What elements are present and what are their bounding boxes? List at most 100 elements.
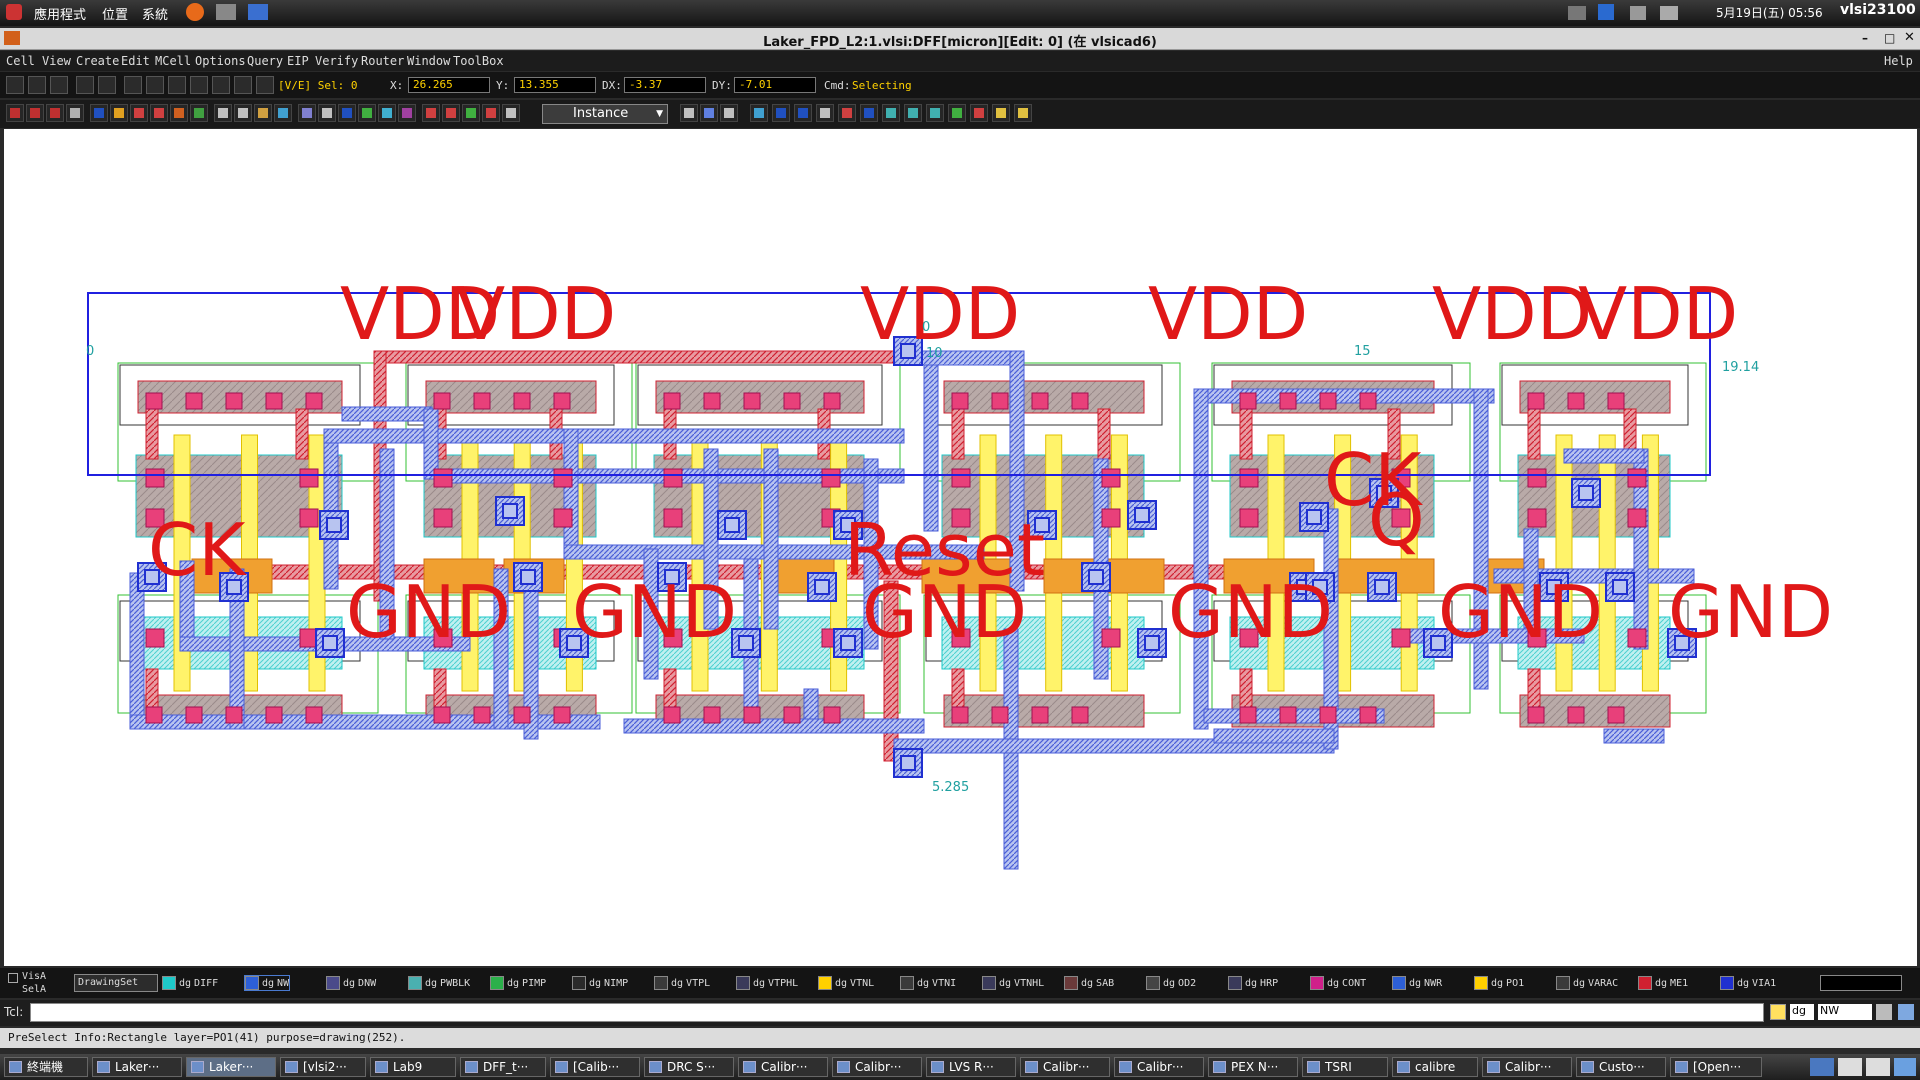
tool-button-icon[interactable]: [462, 104, 480, 122]
editor-icon[interactable]: [248, 4, 268, 20]
open-icon[interactable]: [6, 76, 24, 94]
taskbar-item[interactable]: calibre: [1392, 1057, 1478, 1077]
tool-button-icon[interactable]: [214, 104, 232, 122]
undo-icon[interactable]: [76, 76, 94, 94]
minimize-icon[interactable]: –: [1862, 31, 1868, 45]
tool-button-icon[interactable]: [66, 104, 84, 122]
taskbar-item[interactable]: 終端機: [4, 1057, 88, 1077]
layer-pimp[interactable]: dg PIMP: [490, 975, 546, 991]
tool-button-icon[interactable]: [46, 104, 64, 122]
tool-button-icon[interactable]: [234, 104, 252, 122]
workspace-3-icon[interactable]: [1866, 1058, 1890, 1076]
tool-button-icon[interactable]: [882, 104, 900, 122]
tool-button-icon[interactable]: [150, 104, 168, 122]
tool-button-icon[interactable]: [794, 104, 812, 122]
tool-button-icon[interactable]: [170, 104, 188, 122]
dx-field[interactable]: -3.37: [624, 77, 706, 93]
tool-button-icon[interactable]: [422, 104, 440, 122]
layer-nw[interactable]: dg NW: [244, 975, 291, 991]
taskbar-item[interactable]: [Calib···: [550, 1057, 640, 1077]
tool-button-icon[interactable]: [298, 104, 316, 122]
menu-router[interactable]: Router: [361, 54, 404, 68]
taskbar-item[interactable]: Laker···: [92, 1057, 182, 1077]
workspace-2-icon[interactable]: [1838, 1058, 1862, 1076]
taskbar-item[interactable]: Calibr···: [738, 1057, 828, 1077]
zoom-out-icon[interactable]: [124, 76, 142, 94]
layout-drawing[interactable]: VDDVDD VDD VDD VDDVDDGND GND GND GND GND GNDCK Re…: [4, 129, 1917, 966]
tool-button-icon[interactable]: [838, 104, 856, 122]
crosshair-icon[interactable]: [1898, 1004, 1914, 1020]
taskbar-item[interactable]: [vlsi2···: [280, 1057, 366, 1077]
apps-menu[interactable]: 應用程式: [34, 4, 86, 23]
layer-od2[interactable]: dg OD2: [1146, 975, 1196, 991]
maximize-icon[interactable]: □: [1884, 31, 1895, 45]
window-title-bar[interactable]: Laker_FPD_L2:1.vlsi:DFF[micron][Edit: 0]…: [0, 28, 1920, 50]
system-menu[interactable]: 系統: [142, 4, 168, 23]
instance-select[interactable]: Instance ▼: [542, 104, 668, 124]
taskbar-item[interactable]: Laker···: [186, 1057, 276, 1077]
menu-eip[interactable]: EIP: [287, 54, 309, 68]
print-icon[interactable]: [50, 76, 68, 94]
tool-button-icon[interactable]: [700, 104, 718, 122]
display-icon[interactable]: [1660, 6, 1678, 20]
taskbar-item[interactable]: Calibr···: [1482, 1057, 1572, 1077]
tool-button-icon[interactable]: [1014, 104, 1032, 122]
menu-window[interactable]: Window: [407, 54, 450, 68]
menu-view[interactable]: View: [42, 54, 71, 68]
layer-me1[interactable]: dg ME1: [1638, 975, 1688, 991]
tool-button-icon[interactable]: [26, 104, 44, 122]
taskbar-item[interactable]: TSRI: [1302, 1057, 1388, 1077]
menu-mcell[interactable]: MCell: [155, 54, 191, 68]
zoom-fit-icon[interactable]: [168, 76, 186, 94]
tool-button-icon[interactable]: [6, 104, 24, 122]
taskbar-item[interactable]: Custo···: [1576, 1057, 1666, 1077]
tool-button-icon[interactable]: [680, 104, 698, 122]
menu-cell[interactable]: Cell: [6, 54, 35, 68]
y-field[interactable]: 13.355: [514, 77, 596, 93]
tool-button-icon[interactable]: [750, 104, 768, 122]
user-name[interactable]: vlsi23100: [1840, 2, 1916, 18]
visa-checkbox[interactable]: [8, 973, 18, 983]
workspace-4-icon[interactable]: [1894, 1058, 1916, 1076]
taskbar-item[interactable]: Calibr···: [832, 1057, 922, 1077]
tool-button-icon[interactable]: [338, 104, 356, 122]
tool-button-icon[interactable]: [398, 104, 416, 122]
select-mode-icon[interactable]: [212, 76, 230, 94]
drawing-set-select[interactable]: DrawingSet: [74, 974, 158, 992]
menu-help[interactable]: Help: [1884, 54, 1913, 68]
taskbar-item[interactable]: DRC S···: [644, 1057, 734, 1077]
taskbar-item[interactable]: PEX N···: [1208, 1057, 1298, 1077]
clock[interactable]: 5月19日(五) 05:56: [1716, 4, 1823, 21]
firefox-icon[interactable]: [186, 3, 204, 21]
zoom-in-icon[interactable]: [146, 76, 164, 94]
network-icon[interactable]: [1568, 6, 1586, 20]
dy-field[interactable]: -7.01: [734, 77, 816, 93]
tool-button-icon[interactable]: [948, 104, 966, 122]
layer-po1[interactable]: dg PO1: [1474, 975, 1524, 991]
layer-cont[interactable]: dg CONT: [1310, 975, 1366, 991]
x-field[interactable]: 26.265: [408, 77, 490, 93]
tool-button-icon[interactable]: [720, 104, 738, 122]
layer-search-input[interactable]: [1820, 975, 1902, 991]
taskbar-item[interactable]: Calibr···: [1020, 1057, 1110, 1077]
tool-button-icon[interactable]: [378, 104, 396, 122]
tool-button-icon[interactable]: [442, 104, 460, 122]
layer-hrp[interactable]: dg HRP: [1228, 975, 1278, 991]
layer-vtpl[interactable]: dg VTPL: [654, 975, 710, 991]
layer-vtni[interactable]: dg VTNI: [900, 975, 956, 991]
layer-nwr[interactable]: dg NWR: [1392, 975, 1442, 991]
menu-verify[interactable]: Verify: [315, 54, 358, 68]
layer-vtnhl[interactable]: dg VTNHL: [982, 975, 1044, 991]
pan-icon[interactable]: [190, 76, 208, 94]
tool-button-icon[interactable]: [482, 104, 500, 122]
tool-button-icon[interactable]: [772, 104, 790, 122]
tool-button-icon[interactable]: [254, 104, 272, 122]
layer-dnw[interactable]: dg DNW: [326, 975, 376, 991]
menu-create[interactable]: Create: [76, 54, 119, 68]
close-icon[interactable]: ✕: [1904, 30, 1915, 45]
taskbar-item[interactable]: Lab9: [370, 1057, 456, 1077]
tool-button-icon[interactable]: [358, 104, 376, 122]
taskbar-item[interactable]: [Open···: [1670, 1057, 1762, 1077]
tool-button-icon[interactable]: [190, 104, 208, 122]
menu-edit[interactable]: Edit: [121, 54, 150, 68]
